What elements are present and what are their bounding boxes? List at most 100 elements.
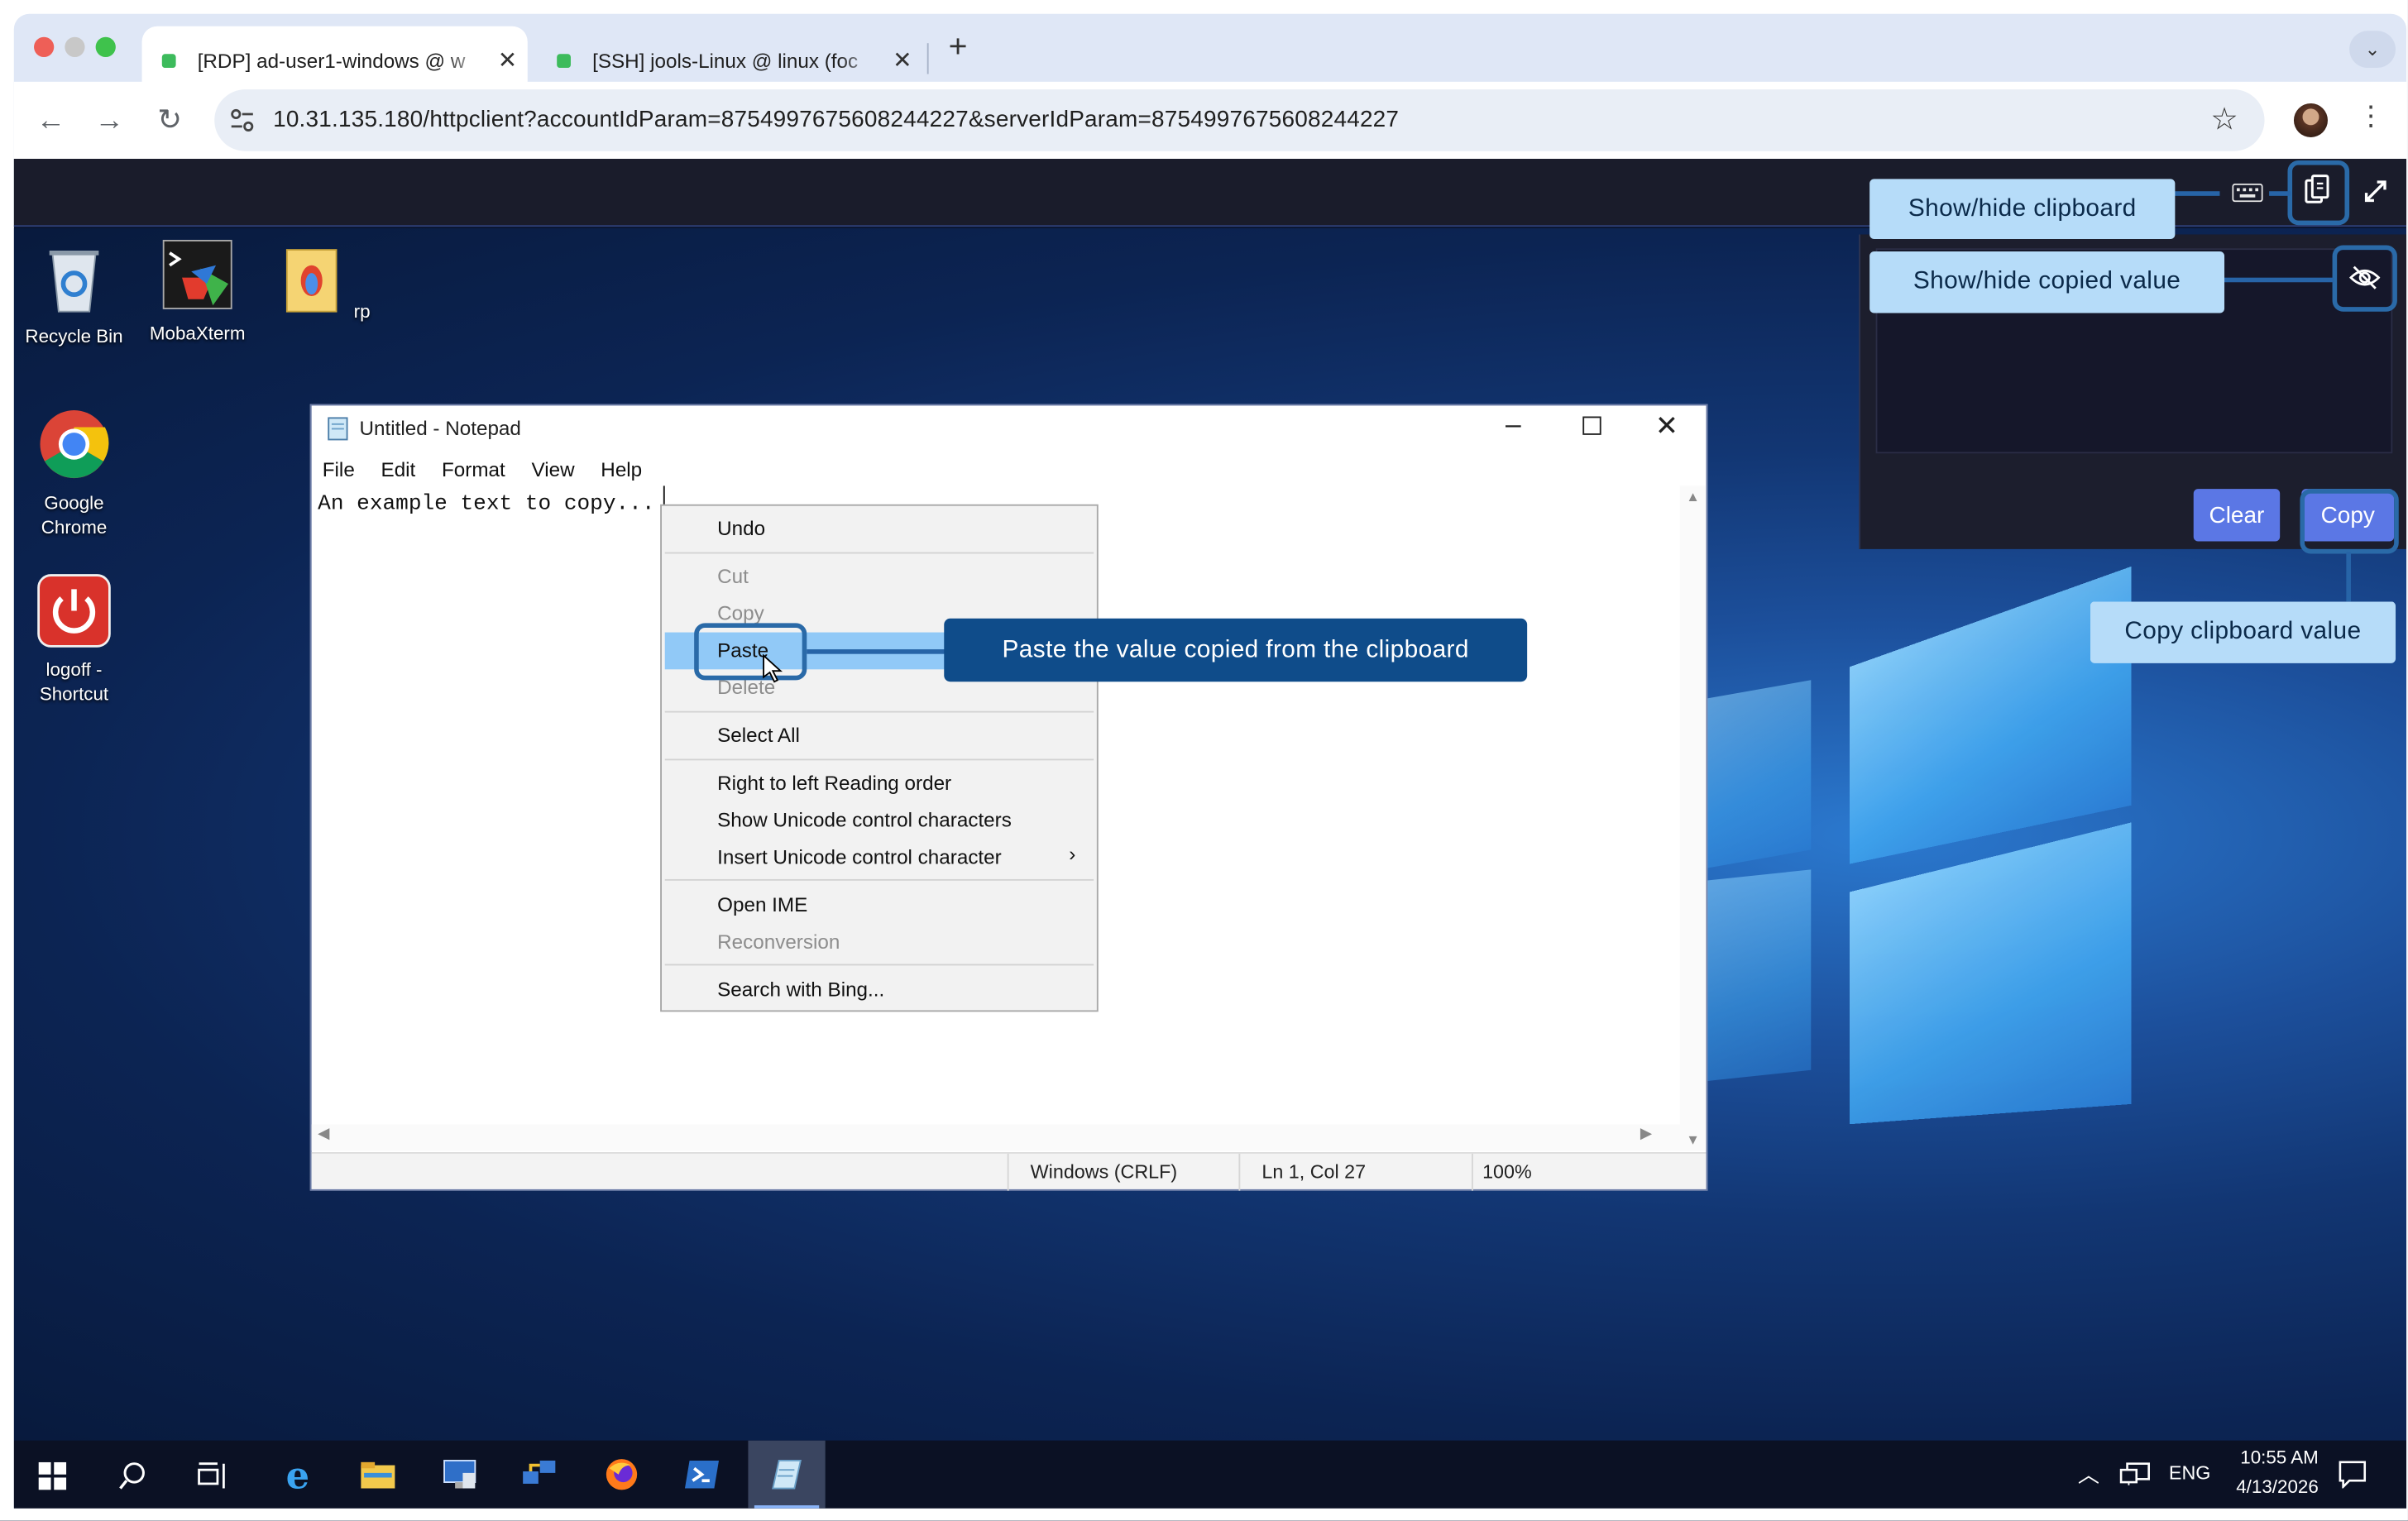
chrome-icon — [40, 410, 109, 479]
browser-window: [RDP] ad-user1-windows @ w ✕ [SSH] jools… — [13, 13, 2407, 1509]
tray-chevron-icon[interactable]: ︿ — [2078, 1459, 2099, 1490]
minimize-icon[interactable]: – — [1506, 409, 1521, 441]
desktop-icon-label: MobaXterm — [149, 322, 246, 344]
menu-separator — [664, 758, 1094, 761]
notepad-content: An example text to copy... — [318, 491, 655, 517]
browser-toolbar: ← → ↻ 10.31.135.180/httpclient?accountId… — [13, 81, 2407, 160]
close-icon[interactable]: ✕ — [1655, 410, 1678, 442]
bookmark-star-icon[interactable]: ☆ — [2210, 100, 2238, 139]
show-hide-clipboard-callout: Show/hide clipboard — [1869, 179, 2176, 240]
desktop-icon-logoff[interactable]: logoff - Shortcut — [18, 574, 129, 706]
language-indicator[interactable]: ENG — [2169, 1462, 2211, 1484]
reload-icon[interactable]: ↻ — [151, 103, 189, 141]
fullscreen-icon[interactable] — [2363, 179, 2388, 203]
desktop-icon-label: Recycle Bin — [25, 325, 123, 347]
desktop-icon-mobaxterm[interactable]: MobaXterm — [142, 237, 253, 346]
menu-format[interactable]: Format — [440, 458, 518, 481]
context-reconversion[interactable]: Reconversion — [717, 926, 840, 959]
tab-status-icon — [557, 53, 571, 68]
search-icon[interactable] — [119, 1462, 147, 1490]
vertical-scrollbar[interactable]: ▲ ▼ — [1679, 485, 1707, 1151]
mouse-cursor-icon — [763, 653, 783, 683]
menu-file[interactable]: File — [321, 458, 367, 481]
callout-connector — [2269, 191, 2291, 196]
minimize-window-button[interactable] — [65, 36, 85, 57]
close-tab-icon[interactable]: ✕ — [883, 46, 922, 74]
context-insert-unicode[interactable]: Insert Unicode control character — [717, 840, 1002, 874]
clock-date: 4/13/2026 — [2236, 1476, 2319, 1498]
close-window-button[interactable] — [34, 36, 55, 57]
power-icon — [37, 574, 111, 648]
windows-logo-pane — [1849, 822, 2132, 1125]
notepad-menubar: File Edit Format View Help — [321, 458, 667, 481]
notifications-icon[interactable] — [2339, 1461, 2367, 1489]
network-icon[interactable] — [2119, 1462, 2150, 1487]
task-view-icon[interactable] — [198, 1462, 228, 1490]
status-zoom: 100% — [1472, 1153, 1532, 1191]
new-tab-button[interactable]: + — [938, 29, 978, 69]
context-select-all[interactable]: Select All — [717, 719, 800, 753]
desktop-icon-rp[interactable]: rp — [267, 241, 378, 324]
file-explorer-icon[interactable] — [347, 1450, 409, 1499]
profile-avatar[interactable] — [2293, 103, 2328, 137]
tab-search-button[interactable]: ⌄ — [2349, 31, 2396, 69]
folder-icon — [285, 249, 338, 313]
desktop-icon-label: logoff - Shortcut — [39, 658, 109, 705]
notepad-titlebar: Untitled - Notepad – ✕ — [312, 405, 1707, 452]
desktop-icon-label: Google Chrome — [41, 491, 108, 538]
active-app-indicator — [754, 1505, 820, 1509]
windows-taskbar: e ︿ ENG 10:55 AM 4/13/2026 — [13, 1440, 2407, 1509]
context-menu: Undo Cut Copy Paste Delete Select All Ri… — [660, 504, 1099, 1012]
context-search-bing[interactable]: Search with Bing... — [717, 973, 884, 1007]
internet-explorer-icon[interactable]: e — [267, 1450, 329, 1499]
remote-session[interactable]: Recycle Bin MobaXterm rp Google Chrome l… — [13, 159, 2407, 1509]
maximize-icon[interactable] — [1582, 416, 1601, 435]
close-tab-icon[interactable]: ✕ — [487, 46, 527, 74]
desktop-icon-google-chrome[interactable]: Google Chrome — [18, 407, 129, 539]
address-bar[interactable]: 10.31.135.180/httpclient?accountIdParam=… — [214, 89, 2265, 151]
notepad-statusbar: Windows (CRLF) Ln 1, Col 27 100% — [311, 1152, 1707, 1191]
notepad-app-icon — [328, 417, 348, 441]
copy-button-ring — [2300, 489, 2399, 554]
menu-view[interactable]: View — [530, 458, 587, 481]
paste-callout: Paste the value copied from the clipboar… — [944, 618, 1528, 682]
context-open-ime[interactable]: Open IME — [717, 888, 807, 922]
context-rtl-reading[interactable]: Right to left Reading order — [717, 767, 951, 801]
notepad-taskbar-icon[interactable] — [748, 1440, 826, 1509]
menu-separator — [664, 878, 1094, 881]
start-icon[interactable] — [38, 1461, 67, 1490]
server-manager-icon[interactable] — [428, 1450, 491, 1499]
remote-desktop-icon[interactable] — [509, 1450, 571, 1499]
notepad-title: Untitled - Notepad — [359, 416, 521, 440]
back-icon[interactable]: ← — [32, 103, 69, 141]
callout-connector — [2173, 191, 2220, 196]
menu-separator — [664, 552, 1094, 554]
firefox-icon[interactable] — [591, 1450, 653, 1499]
context-undo[interactable]: Undo — [717, 512, 765, 546]
tab-label: [RDP] ad-user1-windows @ w — [197, 48, 466, 72]
mobaxterm-icon — [162, 239, 232, 309]
maximize-window-button[interactable] — [95, 36, 116, 57]
context-show-unicode[interactable]: Show Unicode control characters — [717, 804, 1012, 838]
menu-separator — [664, 964, 1094, 966]
powershell-icon[interactable] — [671, 1450, 733, 1499]
paste-highlight-ring — [694, 623, 807, 681]
url-text: 10.31.135.180/httpclient?accountIdParam=… — [273, 106, 1400, 133]
browser-menu-icon[interactable]: ⋮ — [2357, 100, 2385, 132]
forward-icon[interactable]: → — [91, 103, 128, 141]
menu-edit[interactable]: Edit — [380, 458, 428, 481]
menu-help[interactable]: Help — [599, 458, 654, 481]
desktop-icon-recycle-bin[interactable]: Recycle Bin — [18, 241, 129, 349]
status-encoding: Windows (CRLF) — [1007, 1153, 1177, 1191]
clear-button[interactable]: Clear — [2193, 489, 2281, 542]
horizontal-scrollbar[interactable]: ◀ ▶ — [311, 1124, 1683, 1151]
copy-clipboard-value-callout: Copy clipboard value — [2090, 601, 2396, 663]
keyboard-icon[interactable] — [2232, 183, 2263, 203]
tab-divider — [926, 43, 929, 74]
windows-logo-pane — [1849, 566, 2132, 864]
tab-label: [SSH] jools-Linux @ linux (foc — [592, 48, 859, 72]
eye-toggle-ring — [2332, 245, 2397, 312]
site-settings-icon[interactable] — [230, 108, 255, 133]
tab-status-icon — [161, 53, 176, 68]
context-cut[interactable]: Cut — [717, 560, 749, 594]
